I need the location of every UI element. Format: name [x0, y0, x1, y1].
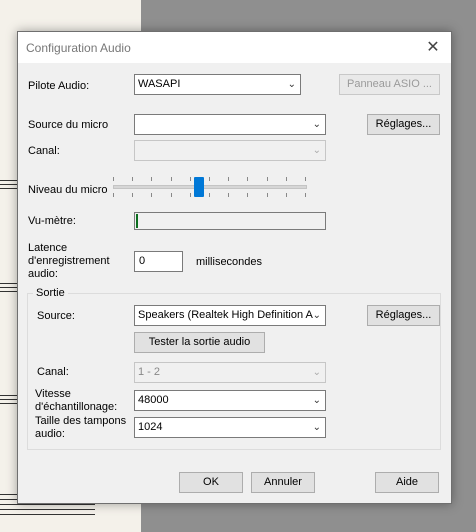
buffer-size-select[interactable]: 1024 ⌄ — [134, 417, 326, 438]
slider-tick — [132, 193, 134, 197]
output-settings-button[interactable]: Réglages... — [367, 305, 440, 326]
chevron-down-icon: ⌄ — [287, 79, 296, 90]
sample-rate-value: 48000 — [138, 394, 169, 406]
chevron-down-icon: ⌄ — [312, 119, 321, 130]
slider-tick — [151, 193, 153, 197]
slider-tick — [228, 177, 230, 181]
slider-tick — [189, 177, 191, 181]
audio-driver-value: WASAPI — [138, 78, 181, 90]
mic-settings-button[interactable]: Réglages... — [367, 114, 440, 135]
vu-meter-fill — [136, 214, 138, 228]
cancel-button[interactable]: Annuler — [251, 472, 315, 493]
chevron-down-icon: ⌄ — [312, 145, 321, 156]
slider-tick — [170, 177, 172, 181]
chevron-down-icon: ⌄ — [312, 367, 321, 378]
output-channel-value: 1 - 2 — [138, 366, 161, 378]
help-button[interactable]: Aide — [375, 472, 439, 493]
audio-driver-select[interactable]: WASAPI ⌄ — [134, 74, 301, 95]
chevron-down-icon: ⌄ — [312, 310, 321, 321]
staff-line — [0, 514, 95, 515]
slider-tick — [228, 193, 230, 197]
mic-channel-select[interactable]: ⌄ — [134, 140, 326, 161]
chevron-down-icon: ⌄ — [312, 395, 321, 406]
slider-tick — [247, 193, 249, 197]
output-group-title: Sortie — [33, 287, 68, 299]
slider-tick — [189, 193, 191, 197]
slider-tick — [151, 177, 153, 181]
output-channel-select[interactable]: 1 - 2 ⌄ — [134, 362, 326, 383]
asio-panel-button[interactable]: Panneau ASIO ... — [339, 74, 440, 95]
output-source-value: Speakers (Realtek High Definition A — [138, 309, 313, 321]
slider-tick — [285, 177, 287, 181]
mic-level-label: Niveau du micro — [28, 184, 108, 196]
slider-tick — [170, 193, 172, 197]
chevron-down-icon: ⌄ — [312, 422, 321, 433]
sample-rate-label: Vitesse d'échantillonage: — [35, 388, 118, 413]
slider-tick — [266, 177, 268, 181]
close-icon[interactable]: ✕ — [415, 32, 451, 63]
sample-rate-select[interactable]: 48000 ⌄ — [134, 390, 326, 411]
test-output-button[interactable]: Tester la sortie audio — [134, 332, 265, 353]
latency-label: Latence d'enregistrement audio: — [28, 242, 110, 280]
vumeter-label: Vu-mètre: — [28, 215, 76, 227]
mic-source-label: Source du micro — [28, 119, 109, 131]
slider-tick — [285, 193, 287, 197]
ok-button[interactable]: OK — [179, 472, 243, 493]
vu-meter — [134, 212, 326, 230]
title-bar: Configuration Audio ✕ — [18, 32, 451, 63]
dialog-title: Configuration Audio — [26, 41, 131, 55]
audio-driver-label: Pilote Audio: — [28, 80, 90, 92]
buffer-size-label: Taille des tampons audio: — [35, 415, 127, 440]
slider-tick — [305, 177, 306, 181]
buffer-size-value: 1024 — [138, 421, 163, 433]
output-channel-label: Canal: — [37, 366, 69, 378]
mic-channel-label: Canal: — [28, 145, 60, 157]
output-source-select[interactable]: Speakers (Realtek High Definition A ⌄ — [134, 305, 326, 326]
latency-input[interactable]: 0 — [134, 251, 183, 272]
staff-line — [0, 504, 95, 505]
slider-tick — [132, 177, 134, 181]
slider-tick — [113, 193, 114, 197]
audio-configuration-dialog: Configuration Audio ✕ Pilote Audio: WASA… — [17, 31, 452, 504]
slider-tick — [247, 177, 249, 181]
slider-tick — [305, 193, 306, 197]
slider-tick — [209, 177, 210, 181]
staff-line — [0, 509, 95, 510]
slider-tick — [266, 193, 268, 197]
mic-level-slider-track[interactable] — [113, 185, 307, 189]
latency-unit: millisecondes — [196, 256, 263, 268]
mic-source-select[interactable]: ⌄ — [134, 114, 326, 135]
mic-level-slider-thumb[interactable] — [194, 177, 205, 197]
slider-tick — [113, 177, 114, 181]
output-source-label: Source: — [37, 310, 75, 322]
slider-tick — [209, 193, 210, 197]
